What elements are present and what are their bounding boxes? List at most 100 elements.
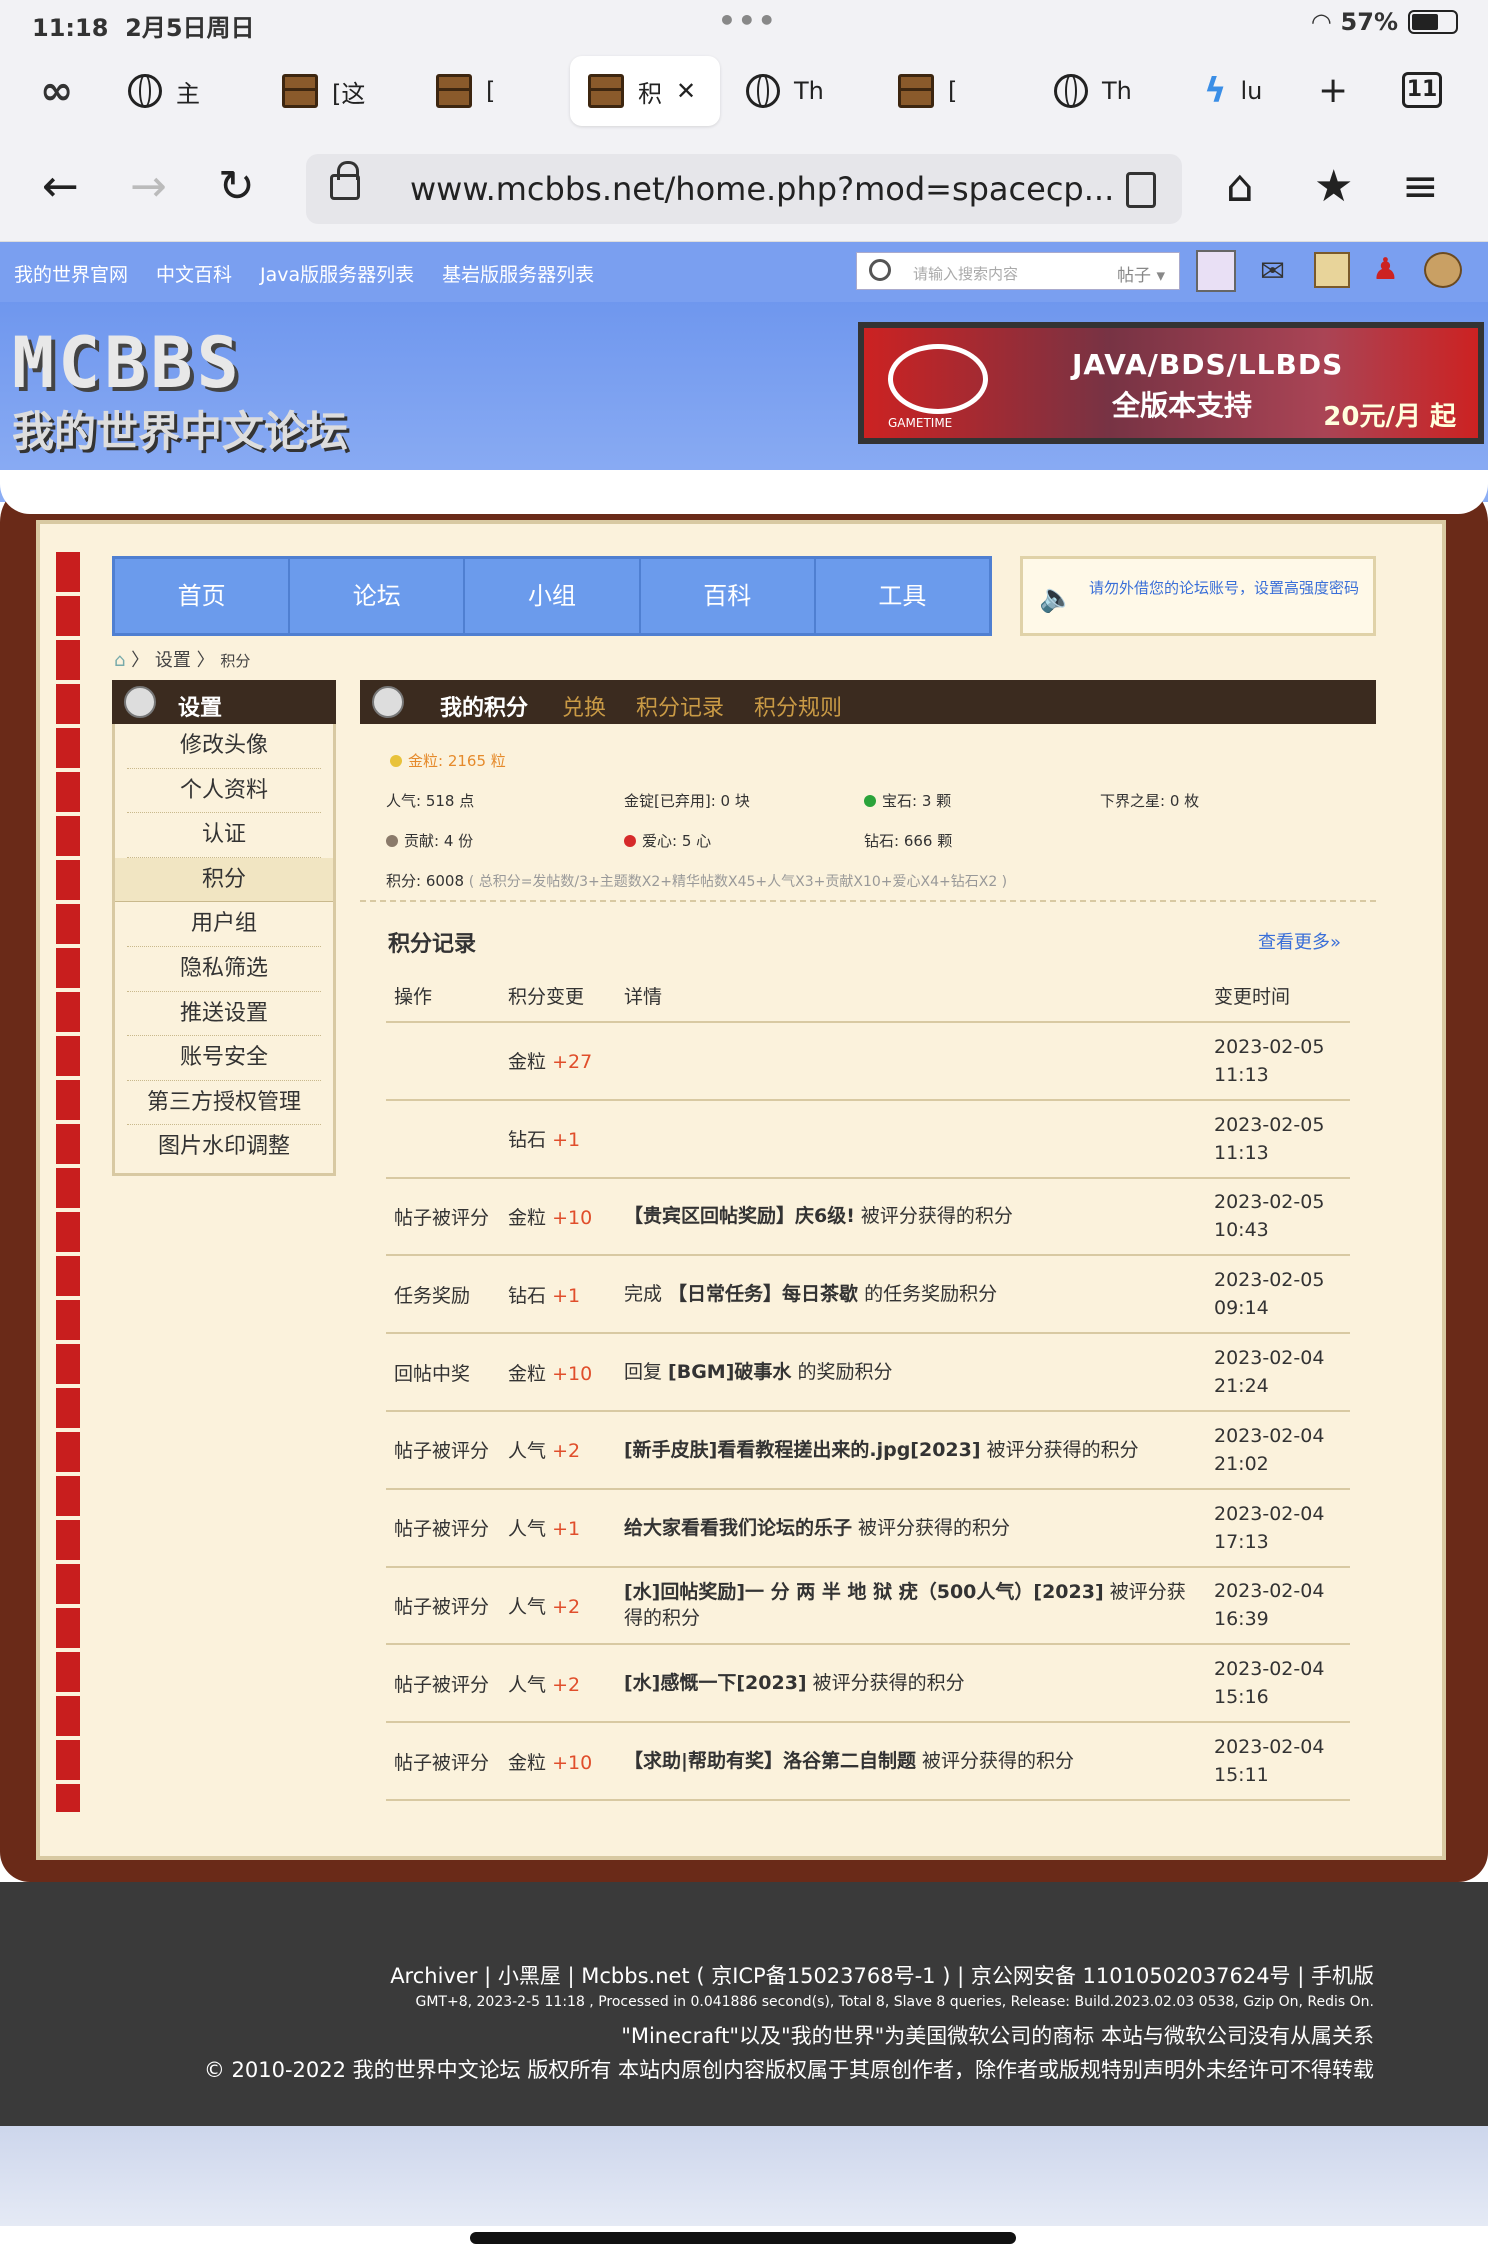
table-row: 帖子被评分 人气 +2 [水]感慨一下[2023] 被评分获得的积分 2023-02-… [386, 1644, 1350, 1724]
multitask-dots[interactable]: ••• [718, 4, 778, 37]
row-operation [386, 1099, 500, 1179]
sidebar-item-push[interactable]: 推送设置 [127, 992, 321, 1037]
app-icon: ϟ [1204, 71, 1227, 111]
top-link-java-servers[interactable]: Java版服务器列表 [260, 260, 414, 287]
table-row: 钻石 +1 2023-02-05 11:13 [386, 1099, 1350, 1179]
breadcrumb-settings[interactable]: 设置 [155, 650, 191, 671]
search-scope-select[interactable]: 帖子 ▾ [1117, 261, 1165, 286]
sidebar-item-security[interactable]: 账号安全 [127, 1036, 321, 1081]
col-detail: 详情 [616, 970, 1206, 1023]
mail-icon[interactable]: ✉ [1260, 254, 1285, 289]
nav-wiki[interactable]: 百科 [641, 559, 816, 633]
footer-copyright: © 2010-2022 我的世界中文论坛 版权所有 本站内原创内容版权属于其原创… [203, 2058, 1374, 2082]
tab-0[interactable]: 主 [110, 56, 220, 126]
site-footer: Archiver | 小黑屋 | Mcbbs.net ( 京ICP备150237… [0, 1882, 1488, 2126]
site-search[interactable]: 请输入搜索内容 帖子 ▾ [856, 252, 1180, 290]
row-detail[interactable] [616, 1099, 1206, 1179]
tab-my-credits[interactable]: 我的积分 [440, 690, 528, 722]
tab-1[interactable]: [这 [264, 56, 384, 126]
tab-5[interactable]: [ [880, 56, 990, 126]
search-icon[interactable] [869, 259, 891, 281]
row-detail[interactable]: 给大家看看我们论坛的乐子 被评分获得的积分 [616, 1488, 1206, 1568]
sidebar-item-verify[interactable]: 认证 [127, 813, 321, 858]
row-detail[interactable]: [水]回帖奖励]一 分 两 半 地 狱 疣（500人气）[2023] 被评分获得… [616, 1566, 1206, 1646]
sidebar-item-watermark[interactable]: 图片水印调整 [127, 1125, 321, 1170]
credit-formula: ( 总积分=发帖数/3+主题数X2+精华帖数X45+人气X3+贡献X10+爱心X… [468, 874, 1008, 890]
nav-tools[interactable]: 工具 [816, 559, 989, 633]
row-detail[interactable] [616, 1022, 1206, 1101]
sidebar-item-avatar[interactable]: 修改头像 [127, 724, 321, 769]
love-credit: 爱心: 5 心 [624, 830, 711, 851]
tab-count-button[interactable]: 11 [1402, 72, 1442, 108]
row-detail[interactable]: 完成 【日常任务】每日茶歇 的任务奖励积分 [616, 1255, 1206, 1335]
contribution-icon [386, 835, 398, 847]
tab-7[interactable]: ϟ lu [1186, 56, 1306, 126]
contribution-credit: 贡献: 4 份 [386, 830, 473, 851]
top-link-bedrock-servers[interactable]: 基岩版服务器列表 [442, 260, 594, 287]
row-detail[interactable]: 回复 [BGM]破事水 的奖励积分 [616, 1333, 1206, 1412]
sidebar-menu: 修改头像 个人资料 认证 积分 用户组 隐私筛选 推送设置 账号安全 第三方授权… [112, 724, 336, 1176]
breadcrumb-credits[interactable]: 积分 [220, 652, 250, 670]
sidebar-item-privacy[interactable]: 隐私筛选 [127, 947, 321, 992]
sidebar-item-usergroup[interactable]: 用户组 [127, 902, 321, 947]
tab-credit-log[interactable]: 积分记录 [636, 690, 724, 722]
nav-groups[interactable]: 小组 [465, 559, 641, 633]
row-operation: 帖子被评分 [386, 1644, 500, 1724]
sidebar-item-profile[interactable]: 个人资料 [127, 769, 321, 814]
row-change: 金粒 +27 [500, 1022, 616, 1101]
site-logo[interactable]: MCBBS 我的世界中文论坛 [12, 322, 352, 456]
url-field[interactable]: www.mcbbs.net/home.php?mod=spacecp... [306, 154, 1182, 224]
top-link-official[interactable]: 我的世界官网 [14, 260, 128, 287]
user-menu-icon[interactable]: ♟ [1372, 252, 1399, 287]
footer-trademark: "Minecraft"以及"我的世界"为美国微软公司的商标 本站与微软公司没有从… [621, 2024, 1374, 2048]
row-detail[interactable]: [水]感慨一下[2023] 被评分获得的积分 [616, 1644, 1206, 1724]
ad-banner[interactable]: GAMETIME JAVA/BDS/LLBDS 全版本支持 20元/月 起 [858, 322, 1484, 444]
notice-box-icon[interactable] [1314, 252, 1350, 288]
row-detail[interactable]: 【贵宾区回帖奖励】庆6级! 被评分获得的积分 [616, 1177, 1206, 1257]
reload-icon[interactable]: ↻ [218, 162, 255, 212]
row-detail[interactable]: [新手皮肤]看看教程搓出来的.jpg[2023] 被评分获得的积分 [616, 1410, 1206, 1490]
chest-icon [282, 74, 318, 108]
tab-exchange[interactable]: 兑换 [562, 690, 606, 722]
sidebar-item-credits[interactable]: 积分 [115, 857, 333, 903]
new-tab-icon[interactable]: + [1318, 70, 1348, 111]
url-text[interactable]: www.mcbbs.net/home.php?mod=spacecp... [410, 170, 1114, 208]
bookmarks-icon[interactable]: ★ [1314, 162, 1353, 212]
footer-links[interactable]: Archiver | 小黑屋 | Mcbbs.net ( 京ICP备150237… [390, 1960, 1374, 1990]
row-operation: 帖子被评分 [386, 1488, 500, 1568]
row-detail[interactable]: 【求助|帮助有奖】洛谷第二自制题 被评分获得的积分 [616, 1722, 1206, 1801]
browser-tab-bar: ∞ 主 [这 [ 积 ✕ Th [ Th ϟ lu + 11 [0, 48, 1488, 136]
back-icon[interactable]: ← [42, 162, 79, 212]
tab-active[interactable]: 积 ✕ [570, 56, 720, 126]
home-indicator[interactable] [470, 2232, 1016, 2244]
globe-icon [1054, 74, 1088, 108]
tab-6[interactable]: Th [1036, 56, 1156, 126]
row-time: 2023-02-04 16:39 [1206, 1566, 1350, 1646]
row-operation [386, 1022, 500, 1101]
private-mode-icon[interactable]: ∞ [40, 68, 73, 114]
row-change: 人气 +2 [500, 1410, 616, 1490]
tab-credit-rules[interactable]: 积分规则 [754, 690, 842, 722]
battery-percent: 57% [1340, 8, 1398, 36]
avatar[interactable] [1196, 250, 1236, 292]
status-time: 11:18 2月5日周日 [32, 14, 255, 42]
tab-4[interactable]: Th [728, 56, 848, 126]
sidebar-item-oauth[interactable]: 第三方授权管理 [127, 1081, 321, 1126]
top-link-wiki[interactable]: 中文百科 [156, 260, 232, 287]
cookie-icon[interactable] [1424, 252, 1462, 288]
home-icon[interactable]: ⌂ [1226, 162, 1254, 212]
home-crumb-icon[interactable]: ⌂ [114, 650, 125, 671]
row-operation: 回帖中奖 [386, 1333, 500, 1412]
nav-home[interactable]: 首页 [115, 559, 291, 633]
view-more-link[interactable]: 查看更多» [1258, 928, 1341, 954]
menu-icon[interactable]: ≡ [1402, 162, 1439, 212]
tab-2[interactable]: [ [418, 56, 528, 126]
row-change: 人气 +2 [500, 1566, 616, 1646]
reader-mode-icon[interactable] [1126, 172, 1156, 208]
forward-icon[interactable]: → [130, 162, 167, 212]
credits-emblem-icon [372, 686, 404, 718]
nav-forum[interactable]: 论坛 [290, 559, 466, 633]
search-input[interactable]: 请输入搜索内容 [913, 263, 1018, 284]
row-operation: 帖子被评分 [386, 1177, 500, 1257]
close-tab-icon[interactable]: ✕ [676, 77, 696, 105]
